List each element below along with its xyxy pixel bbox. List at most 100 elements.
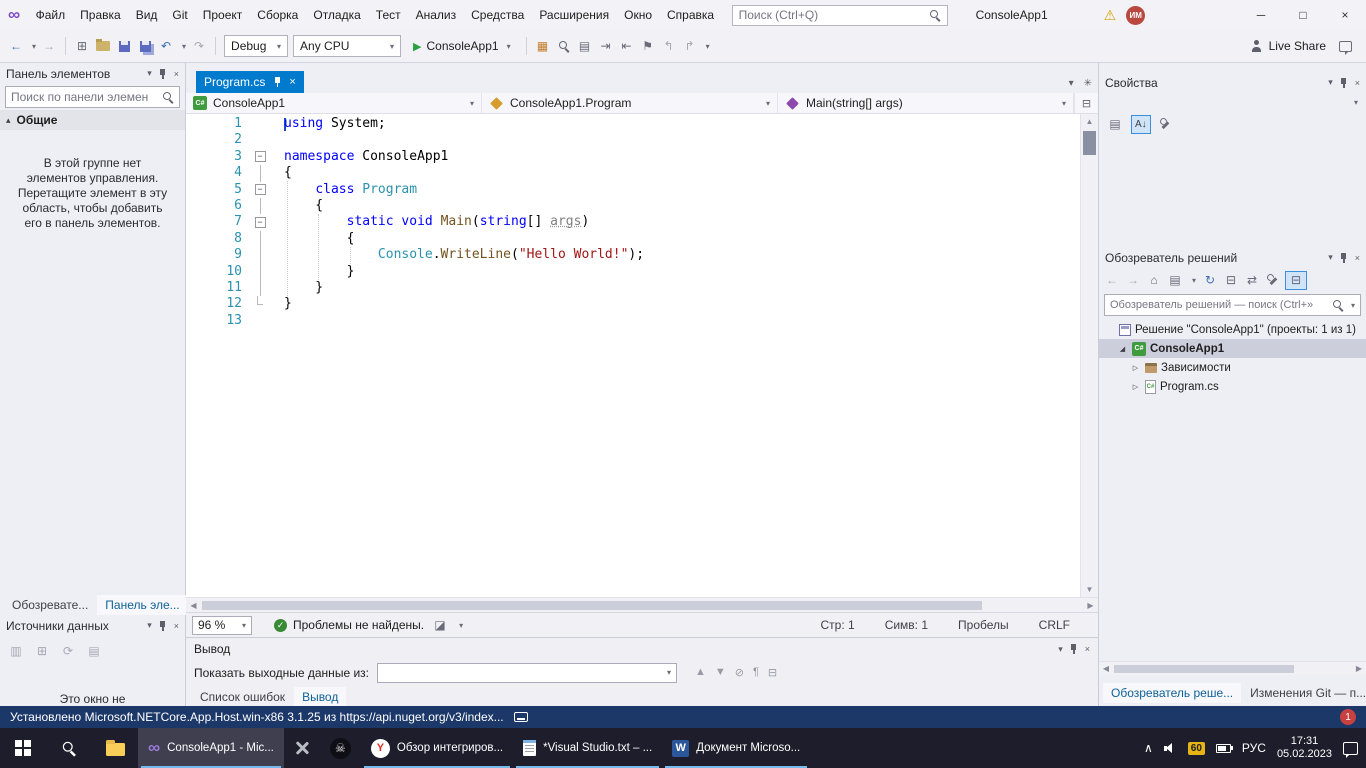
- pin-icon[interactable]: [1339, 77, 1349, 89]
- find-in-files-icon[interactable]: [556, 36, 572, 56]
- forward-icon[interactable]: →: [1126, 270, 1140, 290]
- toolbox-search[interactable]: [5, 86, 180, 108]
- code-text[interactable]: }: [278, 296, 292, 312]
- taskbar-button-word[interactable]: WДокумент Microso...: [662, 728, 810, 768]
- close-icon[interactable]: ×: [1355, 253, 1360, 263]
- window-position-icon[interactable]: ▾: [147, 620, 152, 631]
- search-options-icon[interactable]: ▾: [1351, 301, 1355, 310]
- maximize-button[interactable]: □: [1282, 0, 1324, 30]
- toggle-output-icon[interactable]: ⊟: [768, 666, 777, 679]
- taskbar-button-browser-y[interactable]: YОбзор интегриров...: [361, 728, 513, 768]
- volume-icon[interactable]: [1164, 742, 1177, 754]
- properties-header[interactable]: Свойства ▾ ×: [1099, 72, 1366, 93]
- start-button[interactable]: [0, 728, 46, 768]
- close-icon[interactable]: ×: [174, 69, 179, 79]
- tab-settings-gear-icon[interactable]: ✳: [1084, 78, 1092, 89]
- categorized-icon[interactable]: ▤: [1107, 114, 1123, 134]
- code-line[interactable]: 12}: [186, 296, 1080, 312]
- console-output-icon[interactable]: [514, 712, 528, 722]
- menu-item[interactable]: Анализ: [408, 4, 464, 26]
- code-line[interactable]: 1using System;: [186, 116, 1080, 132]
- property-pages-wrench-icon[interactable]: [1159, 118, 1171, 130]
- nav-dropdown[interactable]: C#ConsoleApp1▾: [186, 93, 482, 113]
- feedback-icon[interactable]: [1339, 41, 1352, 52]
- add-data-source-icon[interactable]: ▥: [8, 641, 24, 661]
- clear-all-icon[interactable]: ⊘: [735, 666, 744, 679]
- debug-config-dropdown[interactable]: Debug ▾: [224, 35, 288, 57]
- code-line[interactable]: 6 {: [186, 198, 1080, 214]
- breakpoint-margin[interactable]: [186, 313, 206, 329]
- eol-indicator[interactable]: CRLF: [1039, 618, 1070, 632]
- live-share-button[interactable]: Live Share: [1243, 39, 1334, 53]
- menu-item[interactable]: Отладка: [306, 4, 368, 26]
- code-text[interactable]: using System;: [278, 116, 386, 132]
- scroll-right-icon[interactable]: ▶: [1083, 598, 1098, 612]
- notifications-badge[interactable]: 1: [1340, 709, 1356, 725]
- collapse-region-icon[interactable]: −: [255, 217, 266, 228]
- undo-dropdown-icon[interactable]: ▾: [182, 42, 186, 51]
- tree-expander-icon[interactable]: ▷: [1130, 364, 1141, 372]
- redo-icon[interactable]: ↷: [191, 36, 207, 56]
- solution-explorer-tab[interactable]: Обозреватель реше...: [1103, 683, 1241, 703]
- edit-data-source-icon[interactable]: ⊞: [34, 641, 50, 661]
- scroll-left-icon[interactable]: ◀: [1099, 662, 1113, 675]
- pin-tab-icon[interactable]: [272, 76, 282, 88]
- menu-item[interactable]: Вид: [128, 4, 165, 26]
- output-header[interactable]: Вывод ▾ ×: [186, 638, 1098, 660]
- solution-search-input[interactable]: [1110, 299, 1328, 311]
- scroll-down-icon[interactable]: ▼: [1081, 582, 1098, 597]
- refresh-icon[interactable]: ↻: [1203, 270, 1217, 290]
- battery-percent-badge[interactable]: 60: [1188, 742, 1205, 755]
- window-position-icon[interactable]: ▾: [1058, 644, 1063, 655]
- tree-expander-icon[interactable]: ◢: [1117, 345, 1128, 353]
- close-icon[interactable]: ×: [174, 621, 179, 631]
- quick-search[interactable]: [732, 5, 948, 26]
- breakpoint-margin[interactable]: [186, 247, 206, 263]
- back-icon[interactable]: ←: [1105, 270, 1119, 290]
- tree-item[interactable]: ▷C#Program.cs: [1099, 377, 1366, 396]
- close-icon[interactable]: ×: [1085, 644, 1090, 654]
- toolbox-search-input[interactable]: [11, 90, 158, 104]
- split-window-icon[interactable]: ⊟: [1074, 93, 1098, 113]
- hot-reload-icon[interactable]: ▦: [535, 36, 551, 56]
- window-position-icon[interactable]: ▾: [1328, 252, 1333, 263]
- goto-previous-message-icon[interactable]: ▲: [695, 666, 706, 679]
- solution-explorer-header[interactable]: Обозреватель решений ▾ ×: [1099, 247, 1366, 268]
- menu-item[interactable]: Тест: [368, 4, 408, 26]
- toolbar-options-icon[interactable]: ▾: [706, 42, 710, 51]
- toolbox-tab[interactable]: Обозревате...: [4, 595, 96, 615]
- taskbar-search-button[interactable]: [46, 728, 92, 768]
- toolbox-section-general[interactable]: ▴ Общие: [0, 110, 185, 130]
- breakpoint-margin[interactable]: [186, 264, 206, 280]
- code-text[interactable]: {: [278, 198, 323, 214]
- solution-search[interactable]: ▾: [1104, 294, 1361, 316]
- solution-explorer-tab[interactable]: Изменения Git — п...: [1242, 683, 1366, 703]
- pin-icon[interactable]: [1339, 252, 1349, 264]
- battery-icon[interactable]: [1216, 744, 1231, 753]
- code-line[interactable]: 8 {: [186, 231, 1080, 247]
- collapse-region-icon[interactable]: −: [255, 151, 266, 162]
- data-sources-header[interactable]: Источники данных ▾ ×: [0, 615, 185, 636]
- zoom-dropdown[interactable]: 96 % ▾: [192, 616, 252, 635]
- menu-item[interactable]: Файл: [28, 4, 73, 26]
- views-dropdown-icon[interactable]: ▾: [1192, 276, 1196, 285]
- line-indicator[interactable]: Стр: 1: [821, 618, 855, 632]
- tree-item[interactable]: ▷Зависимости: [1099, 358, 1366, 377]
- properties-object-dropdown[interactable]: ▾: [1099, 93, 1366, 111]
- code-editor[interactable]: 1using System;23−namespace ConsoleApp14{…: [186, 114, 1080, 597]
- navigate-forward-icon[interactable]: →: [41, 36, 57, 56]
- code-line[interactable]: 11 }: [186, 280, 1080, 296]
- tree-expander-icon[interactable]: ▷: [1130, 383, 1141, 391]
- pin-icon[interactable]: [158, 68, 168, 80]
- code-text[interactable]: namespace ConsoleApp1: [278, 149, 448, 165]
- menu-item[interactable]: Правка: [73, 4, 129, 26]
- open-file-icon[interactable]: [95, 36, 111, 56]
- whitespace-indicator[interactable]: Пробелы: [958, 618, 1009, 632]
- tray-expand-icon[interactable]: ∧: [1144, 741, 1153, 755]
- code-line[interactable]: 10 }: [186, 264, 1080, 280]
- navigate-back-icon[interactable]: ←: [8, 36, 24, 56]
- code-text[interactable]: static void Main(string[] args): [278, 214, 589, 230]
- close-tab-icon[interactable]: ×: [289, 76, 295, 88]
- configure-data-source-icon[interactable]: ▤: [86, 641, 102, 661]
- pin-icon[interactable]: [158, 620, 168, 632]
